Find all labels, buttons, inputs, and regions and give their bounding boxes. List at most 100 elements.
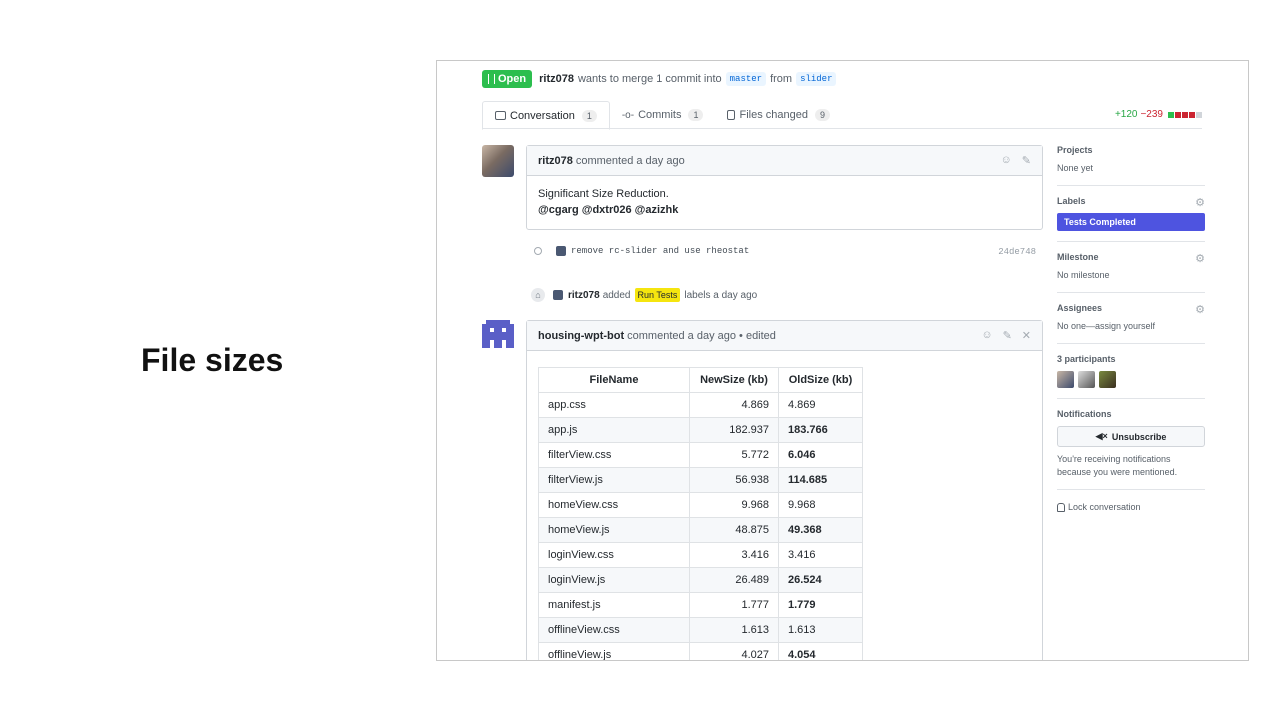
- head-branch[interactable]: slider: [796, 72, 837, 86]
- comment-ritz078: ritz078 commented a day ago ☺ ✎ Signific…: [526, 145, 1043, 230]
- table-row: filterView.js 56.938 114.685: [538, 467, 863, 493]
- labels-heading: Labels: [1057, 196, 1086, 206]
- table-header-row: FileName NewSize (kb) OldSize (kb): [538, 367, 863, 393]
- tab-count: 1: [581, 109, 597, 122]
- tab-label: Commits: [638, 109, 682, 121]
- file-name-cell: offlineView.css: [538, 617, 690, 643]
- event-actor[interactable]: ritz078: [568, 290, 600, 301]
- participants-section: 3 participants: [1057, 344, 1205, 399]
- avatar[interactable]: [1099, 371, 1116, 388]
- participant-avatars: [1057, 371, 1205, 388]
- pr-author-link[interactable]: ritz078: [539, 73, 574, 85]
- new-size-cell: 4.027: [689, 642, 779, 660]
- old-size-cell: 1.613: [778, 617, 863, 643]
- new-size-cell: 56.938: [689, 467, 779, 493]
- file-name-cell: loginView.js: [538, 567, 690, 593]
- notifications-heading: Notifications: [1057, 409, 1112, 419]
- table-row: homeView.js 48.875 49.368: [538, 517, 863, 543]
- notifications-section: Notifications ◀× Unsubscribe You're rece…: [1057, 399, 1205, 490]
- comment-mentions[interactable]: @cgarg @dxtr026 @azizhk: [538, 202, 1031, 218]
- edit-icon[interactable]: ✎: [1003, 329, 1012, 342]
- slide-title: File sizes: [141, 342, 284, 378]
- file-name-cell: app.js: [538, 417, 690, 443]
- file-name-cell: homeView.js: [538, 517, 690, 543]
- unsubscribe-button[interactable]: ◀× Unsubscribe: [1057, 426, 1205, 447]
- tab-label: Files changed: [739, 109, 808, 121]
- projects-section: Projects None yet: [1057, 145, 1205, 186]
- avatar[interactable]: [1078, 371, 1095, 388]
- pr-state-badge: Open: [482, 70, 533, 88]
- file-sizes-table: FileName NewSize (kb) OldSize (kb) app.c…: [538, 367, 863, 660]
- commit-dot-icon: [534, 247, 542, 255]
- comment-meta[interactable]: commented a day ago • edited: [627, 330, 776, 342]
- commit-message[interactable]: remove rc-slider and use rheostat: [571, 246, 749, 256]
- file-name-cell: offlineView.js: [538, 642, 690, 660]
- gear-icon[interactable]: ⚙: [1195, 196, 1205, 209]
- tab-conversation[interactable]: Conversation 1: [482, 101, 610, 130]
- comment-header: housing-wpt-bot commented a day ago • ed…: [527, 321, 1042, 351]
- gear-icon[interactable]: ⚙: [1195, 252, 1205, 265]
- tests-completed-label[interactable]: Tests Completed: [1057, 213, 1205, 231]
- gear-icon[interactable]: ⚙: [1195, 303, 1205, 316]
- old-size-cell: 9.968: [778, 492, 863, 518]
- table-row: app.js 182.937 183.766: [538, 417, 863, 443]
- new-size-cell: 1.777: [689, 592, 779, 618]
- pr-sidebar: Projects None yet Labels ⚙ Tests Complet…: [1057, 145, 1205, 512]
- bot-avatar[interactable]: [482, 320, 514, 352]
- comment-housing-wpt-bot: housing-wpt-bot commented a day ago • ed…: [526, 320, 1043, 660]
- comment-author[interactable]: ritz078: [538, 155, 573, 167]
- new-size-cell: 5.772: [689, 442, 779, 468]
- avatar[interactable]: [1057, 371, 1074, 388]
- avatar[interactable]: [556, 246, 566, 256]
- add-reaction-icon[interactable]: ☺: [981, 329, 992, 342]
- table-row: filterView.css 5.772 6.046: [538, 442, 863, 468]
- github-pr-screenshot: Open ritz078 wants to merge 1 commit int…: [436, 60, 1249, 661]
- column-header: FileName: [538, 367, 690, 393]
- new-size-cell: 9.968: [689, 492, 779, 518]
- unsubscribe-label: Unsubscribe: [1111, 431, 1167, 442]
- old-size-cell: 3.416: [778, 542, 863, 568]
- participants-heading: 3 participants: [1057, 354, 1116, 364]
- tab-files-changed[interactable]: Files changed 9: [715, 101, 842, 129]
- new-size-cell: 1.613: [689, 617, 779, 643]
- commit-event: remove rc-slider and use rheostat: [534, 246, 749, 256]
- milestone-value: No milestone: [1057, 270, 1110, 280]
- old-size-cell: 183.766: [778, 417, 863, 443]
- new-size-cell: 26.489: [689, 567, 779, 593]
- table-row: loginView.js 26.489 26.524: [538, 567, 863, 593]
- file-name-cell: homeView.css: [538, 492, 690, 518]
- new-size-cell: 4.869: [689, 392, 779, 418]
- comment-author[interactable]: housing-wpt-bot: [538, 330, 624, 342]
- run-tests-label[interactable]: Run Tests: [634, 288, 681, 302]
- table-row: homeView.css 9.968 9.968: [538, 492, 863, 518]
- assignees-heading: Assignees: [1057, 303, 1103, 313]
- edit-icon[interactable]: ✎: [1022, 154, 1031, 167]
- avatar[interactable]: [482, 145, 514, 177]
- old-size-cell: 1.779: [778, 592, 863, 618]
- assignees-section: Assignees ⚙ No one—assign yourself: [1057, 293, 1205, 344]
- new-size-cell: 48.875: [689, 517, 779, 543]
- comment-body: Significant Size Reduction. @cgarg @dxtr…: [527, 176, 1042, 228]
- pr-summary: wants to merge 1 commit into: [577, 73, 722, 85]
- diffstat-blocks: [1168, 111, 1202, 118]
- projects-value: None yet: [1057, 163, 1094, 173]
- add-reaction-icon[interactable]: ☺: [1001, 154, 1012, 167]
- tab-commits[interactable]: -o- Commits 1: [610, 101, 716, 129]
- commit-sha[interactable]: 24de748: [998, 247, 1036, 257]
- lock-conversation-link[interactable]: Lock conversation: [1057, 490, 1205, 512]
- base-branch[interactable]: master: [725, 72, 767, 86]
- table-row: manifest.js 1.777 1.779: [538, 592, 863, 618]
- file-diff-icon: [727, 110, 736, 120]
- file-name-cell: loginView.css: [538, 542, 690, 568]
- new-size-cell: 182.937: [689, 417, 779, 443]
- lock-label: Lock conversation: [1068, 502, 1141, 512]
- file-name-cell: filterView.js: [538, 467, 690, 493]
- close-icon[interactable]: ✕: [1022, 329, 1031, 342]
- avatar[interactable]: [553, 290, 563, 300]
- comment-meta[interactable]: commented a day ago: [576, 155, 685, 167]
- file-name-cell: manifest.js: [538, 592, 690, 618]
- table-row: offlineView.css 1.613 1.613: [538, 617, 863, 643]
- lock-icon: [1057, 502, 1065, 512]
- old-size-cell: 4.054: [778, 642, 863, 660]
- assign-yourself-link[interactable]: No one—assign yourself: [1057, 320, 1205, 333]
